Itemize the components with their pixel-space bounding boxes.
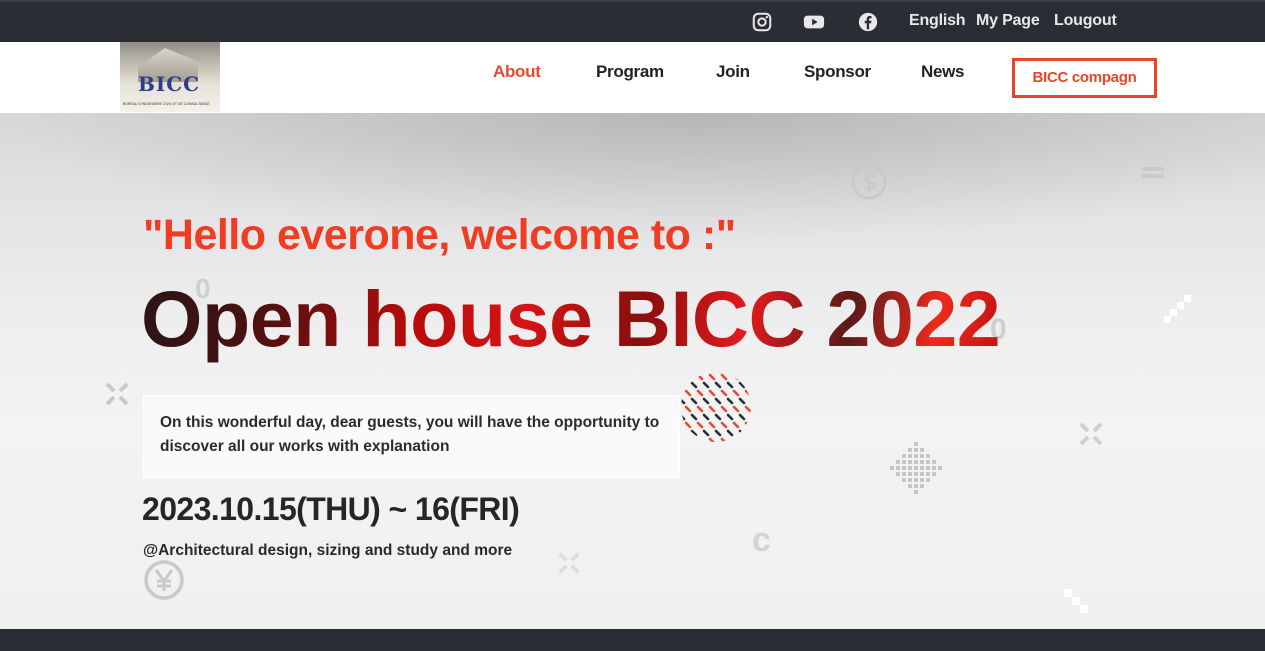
youtube-link[interactable]: [802, 10, 826, 34]
logout-link[interactable]: Lougout: [1054, 12, 1117, 30]
main-nav: BICC BUREAU D'INGENIERIE CIVIL ET DE CON…: [0, 42, 1265, 113]
equals-icon: [1142, 167, 1164, 178]
hero-greeting: "Hello everone, welcome to :": [143, 211, 736, 259]
yen-coin-icon: [144, 560, 184, 600]
top-bar: English My Page Lougout: [0, 0, 1265, 42]
decor-cross-icon: [558, 552, 580, 574]
language-link[interactable]: English: [909, 12, 966, 30]
hero-headline: Open house BICC 2022: [141, 274, 1001, 363]
logo[interactable]: BICC BUREAU D'INGENIERIE CIVIL ET DE CON…: [120, 42, 220, 112]
decor-cross-icon: [105, 382, 129, 406]
logo-text: BICC: [138, 72, 201, 96]
nav-item-program[interactable]: Program: [596, 62, 664, 82]
mypage-link[interactable]: My Page: [976, 12, 1040, 30]
decor-pixel-icon: [1164, 295, 1191, 323]
nav-item-join[interactable]: Join: [716, 62, 750, 82]
facebook-link[interactable]: [857, 10, 879, 34]
nav-item-news[interactable]: News: [921, 62, 965, 82]
event-date: 2023.10.15(THU) ~ 16(FRI): [142, 491, 520, 527]
nav-item-sponsor[interactable]: Sponsor: [804, 62, 871, 82]
dollar-coin-icon: [851, 164, 887, 200]
decor-letter-icon: c: [752, 521, 771, 559]
instagram-icon[interactable]: [751, 11, 773, 33]
hero-section: 0 0: [0, 113, 1265, 629]
nav-item-about[interactable]: About: [493, 62, 541, 82]
bottom-bar: [0, 629, 1265, 651]
logo-tagline: BUREAU D'INGENIERIE CIVIL ET DE CONSULTA…: [123, 102, 210, 106]
youtube-icon[interactable]: [802, 11, 826, 33]
decor-pixel-icon: [1064, 589, 1088, 613]
campaign-button[interactable]: BICC compagn: [1012, 58, 1157, 98]
instagram-link[interactable]: [751, 10, 773, 34]
decor-dot-circle-icon: [681, 373, 751, 442]
facebook-icon[interactable]: [857, 11, 879, 33]
decor-diamond-grid-icon: [890, 442, 942, 494]
decor-cross-icon: [1079, 422, 1103, 446]
hero-description: On this wonderful day, dear guests, you …: [143, 395, 680, 478]
event-subline: @Architectural design, sizing and study …: [143, 542, 513, 559]
